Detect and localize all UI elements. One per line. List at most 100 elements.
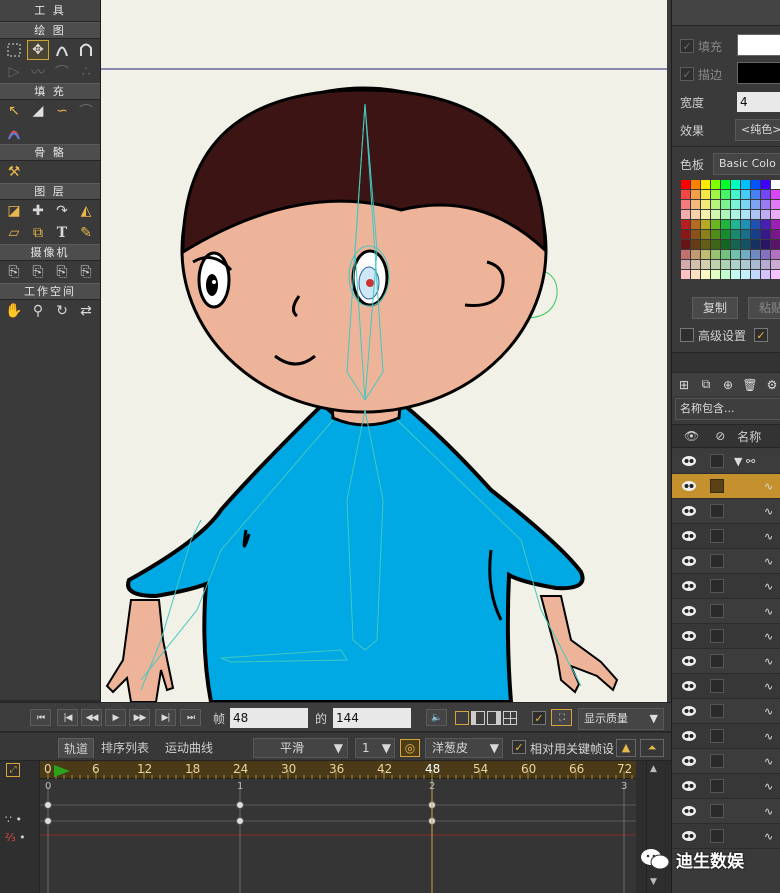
palette-chip[interactable]: [761, 180, 770, 189]
camera-roll-icon[interactable]: ⎘: [51, 262, 73, 282]
eyedropper-icon[interactable]: ✎: [75, 223, 97, 243]
palette-chip[interactable]: [721, 250, 730, 259]
palette-chip[interactable]: [771, 260, 780, 269]
palette-chip[interactable]: [741, 270, 750, 279]
palette-chip[interactable]: [741, 190, 750, 199]
play-icon[interactable]: ▶: [105, 709, 126, 726]
stroke-checkbox[interactable]: ✓: [680, 67, 694, 81]
palette-chip[interactable]: [771, 240, 780, 249]
palette-chip[interactable]: [681, 220, 690, 229]
copy-button[interactable]: 复制: [692, 297, 738, 319]
onion-skin-dropdown[interactable]: 洋葱皮 ▼: [425, 738, 503, 758]
palette-chip[interactable]: [691, 200, 700, 209]
palette-chip[interactable]: [711, 260, 720, 269]
palette-chip[interactable]: [701, 200, 710, 209]
palette-chip[interactable]: [771, 180, 780, 189]
palette-chip[interactable]: [701, 230, 710, 239]
layer-lock-box[interactable]: [710, 704, 724, 718]
palette-chip[interactable]: [731, 200, 740, 209]
layer-lock-box[interactable]: [710, 554, 724, 568]
bone-group-icon[interactable]: ▼ ⚯: [734, 455, 755, 468]
palette-chip[interactable]: [691, 210, 700, 219]
palette-chip[interactable]: [691, 180, 700, 189]
palette-chip[interactable]: [731, 250, 740, 259]
step-forward-frame-icon[interactable]: ▶|: [155, 709, 176, 726]
layer-lock-box[interactable]: [710, 654, 724, 668]
layer-lock-box[interactable]: [710, 804, 724, 818]
layer-lock-box[interactable]: [710, 529, 724, 543]
palette-chip[interactable]: [721, 260, 730, 269]
palette-chip[interactable]: [751, 200, 760, 209]
view-layout-icons[interactable]: [455, 711, 517, 725]
palette-chip[interactable]: [721, 270, 730, 279]
palette-chip[interactable]: [741, 210, 750, 219]
swatches-dropdown[interactable]: Basic Colo: [713, 153, 780, 175]
palette-chip[interactable]: [731, 230, 740, 239]
curvature-icon[interactable]: [75, 40, 97, 60]
tab-track[interactable]: 轨道: [58, 738, 95, 758]
palette-chip[interactable]: [751, 270, 760, 279]
palette-chip[interactable]: [741, 220, 750, 229]
layer-lock-box[interactable]: [710, 454, 724, 468]
total-frames-input[interactable]: 144: [333, 708, 411, 728]
palette-chip[interactable]: [771, 250, 780, 259]
frame-bounds-icon[interactable]: ⛶: [551, 709, 572, 726]
tab-sequence[interactable]: 排序列表: [96, 738, 154, 758]
layer-row[interactable]: ∿: [672, 474, 780, 499]
palette-chip[interactable]: [721, 190, 730, 199]
palette-chip[interactable]: [751, 230, 760, 239]
new-layer-icon[interactable]: ⊞: [675, 376, 693, 394]
palette-chip[interactable]: [711, 180, 720, 189]
palette-chip[interactable]: [741, 250, 750, 259]
palette-chip[interactable]: [681, 210, 690, 219]
palette-chip[interactable]: [711, 200, 720, 209]
interpolation-dropdown[interactable]: 平滑 ▼: [253, 738, 348, 758]
palette-chip[interactable]: [681, 260, 690, 269]
sound-icon[interactable]: 🔈: [426, 709, 447, 726]
palette-chip[interactable]: [751, 180, 760, 189]
palette-chip[interactable]: [751, 210, 760, 219]
palette-chip[interactable]: [761, 210, 770, 219]
palette-chip[interactable]: [761, 200, 770, 209]
layer-row[interactable]: ∿: [672, 649, 780, 674]
layer-lock-box[interactable]: [710, 754, 724, 768]
palette-chip[interactable]: [711, 250, 720, 259]
eye-icon[interactable]: [681, 730, 697, 742]
eye-icon[interactable]: [681, 480, 697, 492]
bone-tool-icon[interactable]: ⚒: [3, 162, 25, 182]
timeline-scrollbar[interactable]: ▲ ▼: [646, 761, 664, 893]
palette-chip[interactable]: [711, 190, 720, 199]
palette-chip[interactable]: [691, 270, 700, 279]
palette-chip[interactable]: [711, 220, 720, 229]
palette-chip[interactable]: [741, 200, 750, 209]
layer-lock-box[interactable]: [710, 829, 724, 843]
palette-chip[interactable]: [731, 180, 740, 189]
onion-checkbox[interactable]: ✓: [532, 711, 546, 725]
palette-chip[interactable]: [701, 210, 710, 219]
palette-chip[interactable]: [681, 270, 690, 279]
camera-track-icon[interactable]: ⎘: [3, 262, 25, 282]
layer-lock-box[interactable]: [710, 679, 724, 693]
collapse-up-icon[interactable]: ▲: [616, 739, 636, 757]
palette-chip[interactable]: [681, 230, 690, 239]
palette-chip[interactable]: [681, 190, 690, 199]
step-forward-icon[interactable]: ▶▶: [129, 709, 150, 726]
palette-chip[interactable]: [771, 230, 780, 239]
layer-row[interactable]: ∿: [672, 674, 780, 699]
palette-chip[interactable]: [701, 190, 710, 199]
effect-dropdown[interactable]: <纯色>: [735, 119, 780, 141]
palette-chip[interactable]: [721, 180, 730, 189]
add-point-icon[interactable]: [51, 40, 73, 60]
palette-chip[interactable]: [761, 190, 770, 199]
palette-chip[interactable]: [701, 260, 710, 269]
scale-layer-icon[interactable]: ◭: [75, 201, 97, 221]
palette-chip[interactable]: [681, 200, 690, 209]
frame-ruler[interactable]: 0 6 12 18 24 30 36 42 48 54 60 66 72: [40, 761, 636, 779]
character-drawing[interactable]: [101, 0, 667, 702]
palette-chip[interactable]: [741, 230, 750, 239]
rotate-layer-icon[interactable]: ↷: [51, 201, 73, 221]
palette-chip[interactable]: [771, 270, 780, 279]
gradient-icon[interactable]: ◢: [27, 101, 49, 121]
palette-chip[interactable]: [691, 240, 700, 249]
camera-pan-icon[interactable]: ⎘: [75, 262, 97, 282]
